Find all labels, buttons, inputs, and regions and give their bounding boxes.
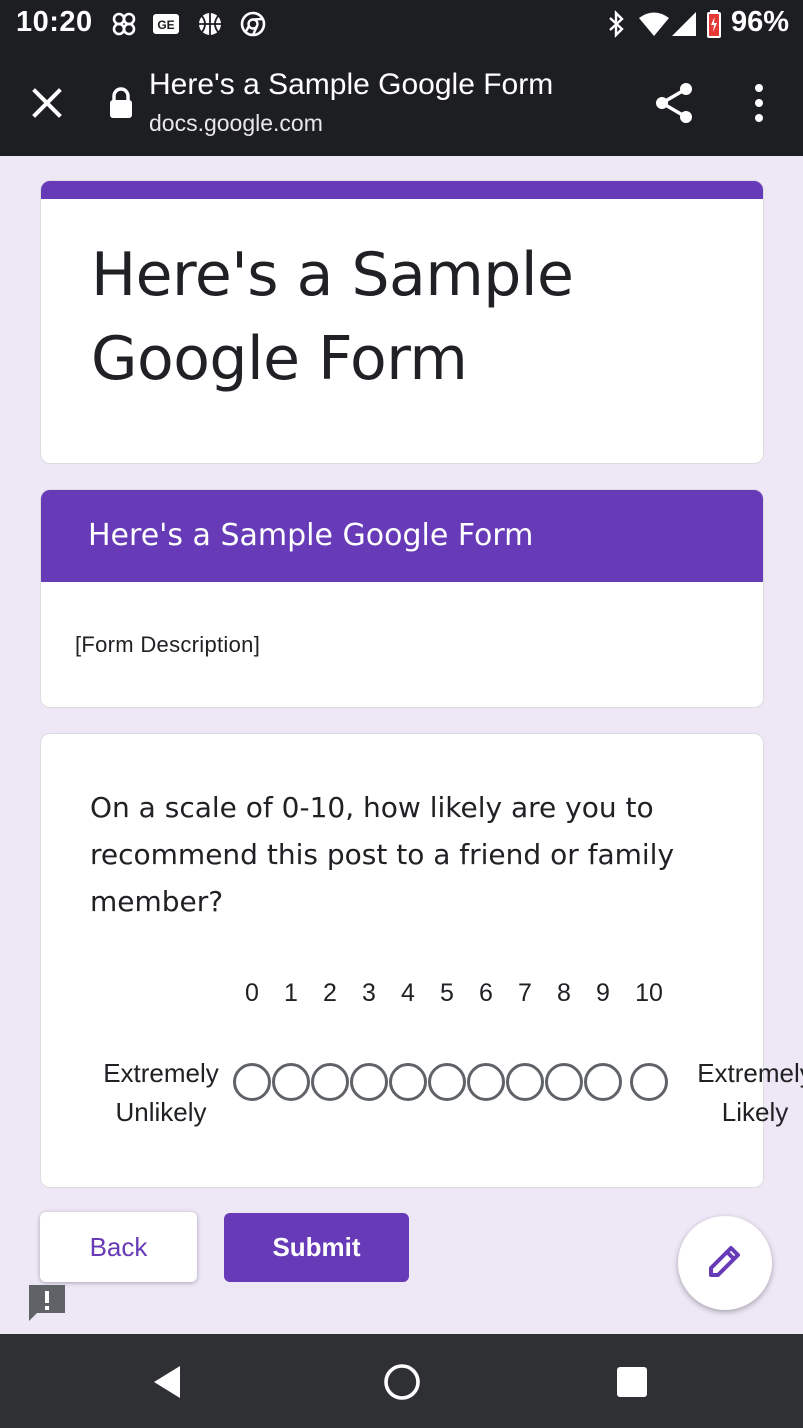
scale-number: 8: [557, 979, 571, 1007]
scale-radio-2[interactable]: [311, 1063, 349, 1101]
scale-low-label-line-1: Extremely: [103, 1058, 219, 1088]
chrome-icon: [239, 10, 267, 38]
page-title: Here's a Sample Google Form: [149, 68, 554, 101]
scale-radio-3[interactable]: [350, 1063, 388, 1101]
system-navigation-bar: [0, 1334, 803, 1428]
form-title-card: Here's a Sample Google Form: [40, 180, 764, 464]
battery-percent: 96%: [730, 6, 789, 38]
scale-number: 0: [245, 979, 259, 1007]
scale-high-label-line-2: Likely: [721, 1097, 789, 1127]
scale-radio-5[interactable]: [428, 1063, 466, 1101]
pencil-icon: [705, 1241, 745, 1286]
more-options-icon[interactable]: [744, 80, 774, 126]
bluetooth-icon: [602, 10, 630, 38]
form-title: Here's a Sample Google Form: [91, 233, 691, 401]
form-description: [Form Description]: [75, 632, 261, 657]
scale-radio-4[interactable]: [389, 1063, 427, 1101]
browser-toolbar: Here's a Sample Google Form docs.google.…: [0, 48, 803, 156]
scale-low-label: Extremely Unlikely: [91, 1054, 231, 1132]
scale-number: 2: [323, 979, 337, 1007]
battery-icon: [704, 10, 724, 38]
status-time: 10:20: [16, 6, 93, 38]
basketball-icon: [196, 10, 224, 38]
scale-number: 4: [401, 979, 415, 1007]
scale-number: 9: [596, 979, 610, 1007]
cell-signal-icon: [670, 10, 698, 38]
scale-radio-1[interactable]: [272, 1063, 310, 1101]
share-icon[interactable]: [652, 80, 698, 126]
section-header: Here's a Sample Google Form: [41, 490, 763, 582]
ge-app-icon: GE: [152, 10, 180, 38]
form-title-line-1: Here's a Sample: [91, 240, 574, 310]
scale-number: 6: [479, 979, 493, 1007]
wifi-icon: [638, 10, 670, 38]
lock-icon: [108, 86, 134, 120]
back-button[interactable]: Back: [40, 1212, 197, 1282]
nav-recents-icon[interactable]: [614, 1364, 650, 1400]
section-title: Here's a Sample Google Form: [88, 518, 534, 553]
scale-radio-9[interactable]: [584, 1063, 622, 1101]
scale-high-label: Extremely Likely: [685, 1054, 803, 1132]
status-bar: 10:20 GE 96%: [0, 0, 803, 48]
scale-low-label-line-2: Unlikely: [115, 1097, 207, 1127]
nav-home-icon[interactable]: [382, 1362, 422, 1402]
title-card-accent: [41, 181, 763, 199]
scale-number: 1: [284, 979, 298, 1007]
scale-number: 7: [518, 979, 532, 1007]
form-title-line-2: Google Form: [91, 324, 468, 394]
scale-radio-0[interactable]: [233, 1063, 271, 1101]
edit-fab[interactable]: [678, 1216, 772, 1310]
close-icon[interactable]: [28, 84, 66, 122]
scale-radio-6[interactable]: [467, 1063, 505, 1101]
question-card: On a scale of 0-10, how likely are you t…: [40, 733, 803, 1188]
scale-number: 5: [440, 979, 454, 1007]
section-card: Here's a Sample Google Form [Form Descri…: [40, 489, 764, 708]
scale-number: 3: [362, 979, 376, 1007]
svg-text:GE: GE: [157, 18, 174, 32]
scale-high-label-line-1: Extremely: [697, 1058, 803, 1088]
scale-radio-7[interactable]: [506, 1063, 544, 1101]
report-feedback-icon[interactable]: [27, 1283, 67, 1323]
page-url: docs.google.com: [149, 110, 323, 136]
nav-back-icon[interactable]: [148, 1362, 188, 1402]
scale-radio-8[interactable]: [545, 1063, 583, 1101]
pinwheel-notification-icon: [110, 10, 138, 38]
submit-button[interactable]: Submit: [224, 1213, 409, 1282]
scale-radio-10[interactable]: [630, 1063, 668, 1101]
question-text: On a scale of 0-10, how likely are you t…: [90, 791, 675, 918]
scale-number: 10: [635, 979, 663, 1007]
